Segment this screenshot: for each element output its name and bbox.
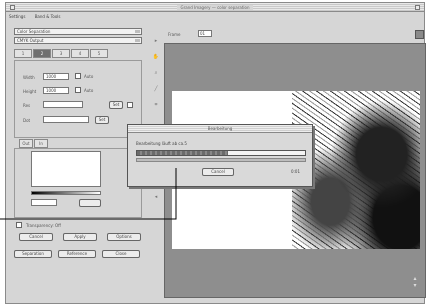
- tab-out[interactable]: Out: [19, 139, 33, 148]
- apply-button[interactable]: Apply: [63, 233, 97, 241]
- progress-bar: [136, 150, 306, 156]
- progress-fill: [137, 151, 228, 155]
- dot-field[interactable]: [43, 116, 89, 123]
- zoom-tool-icon[interactable]: ⌕: [152, 69, 160, 77]
- transparency-checkbox[interactable]: [16, 222, 22, 228]
- separation-popup[interactable]: Color Separation: [14, 28, 142, 35]
- preview-header: Frame 01: [164, 30, 424, 39]
- auto-checkbox-2[interactable]: [75, 87, 81, 93]
- frame-field[interactable]: 01: [198, 30, 212, 37]
- tab-in[interactable]: In: [34, 139, 48, 148]
- res-checkbox[interactable]: [127, 102, 133, 108]
- transparency-label: Transparency: Off: [26, 223, 61, 228]
- menu-bar: Settings Band & Tools: [9, 14, 68, 21]
- res-label: Res: [23, 103, 31, 108]
- settings-group: [14, 60, 142, 138]
- options-button[interactable]: Options: [107, 233, 141, 241]
- ramp-field[interactable]: [31, 199, 57, 206]
- height-field[interactable]: 1000: [43, 87, 69, 94]
- set-button-2[interactable]: Set: [95, 116, 109, 124]
- gradient-ramp[interactable]: [31, 191, 101, 195]
- window-title: Grand Imagery — color separation: [6, 5, 424, 10]
- frame-label: Frame: [168, 32, 181, 37]
- separation-button[interactable]: Separation: [14, 250, 52, 258]
- width-label: Width: [23, 75, 35, 80]
- tab-5[interactable]: 5: [90, 49, 108, 58]
- progress-dialog: Bearbeitung Bearbeitung läuft ab ca.5 Ca…: [127, 124, 313, 187]
- swatch-preview: [31, 151, 101, 187]
- arrow-tool-icon[interactable]: ▸: [152, 37, 160, 45]
- tab-3[interactable]: 3: [52, 49, 70, 58]
- scroll-arrows-icon[interactable]: ▴ ▾: [411, 275, 419, 289]
- close-button[interactable]: Close: [102, 250, 140, 258]
- dot-label: Dot: [23, 118, 31, 123]
- ramp-button[interactable]: [79, 199, 101, 207]
- eyedropper-tool-icon[interactable]: ╱: [152, 85, 160, 93]
- arrow-left-icon[interactable]: ◂: [152, 193, 160, 201]
- dialog-message: Bearbeitung läuft ab ca.5: [136, 141, 187, 146]
- cancel-button[interactable]: Cancel: [19, 233, 53, 241]
- output-popup[interactable]: CMYK Output: [14, 37, 142, 44]
- menu-band-tools[interactable]: Band & Tools: [35, 14, 61, 19]
- auto-checkbox-1[interactable]: [75, 73, 81, 79]
- dialog-cancel-button[interactable]: Cancel: [202, 168, 234, 176]
- height-label: Height: [23, 89, 37, 94]
- tab-1[interactable]: 1: [14, 49, 32, 58]
- secondary-progress-bar: [136, 158, 306, 162]
- set-button-1[interactable]: Set: [109, 101, 123, 109]
- zoom-box[interactable]: [415, 5, 420, 10]
- auto-label-1: Auto: [84, 74, 94, 79]
- reference-button[interactable]: Reference: [58, 250, 96, 258]
- auto-label-2: Auto: [84, 88, 94, 93]
- tab-2[interactable]: 2: [33, 49, 51, 58]
- width-field[interactable]: 1000: [43, 73, 69, 80]
- crop-tool-icon[interactable]: ⌗: [152, 101, 160, 109]
- tab-4[interactable]: 4: [71, 49, 89, 58]
- progress-time: 0:01: [291, 169, 300, 174]
- menu-settings[interactable]: Settings: [9, 14, 25, 19]
- res-field[interactable]: [43, 101, 83, 108]
- dialog-title: Bearbeitung: [128, 125, 312, 133]
- preview-options-icon[interactable]: [415, 30, 424, 39]
- title-bar[interactable]: Grand Imagery — color separation: [6, 3, 424, 12]
- hand-tool-icon[interactable]: ✋: [152, 53, 160, 61]
